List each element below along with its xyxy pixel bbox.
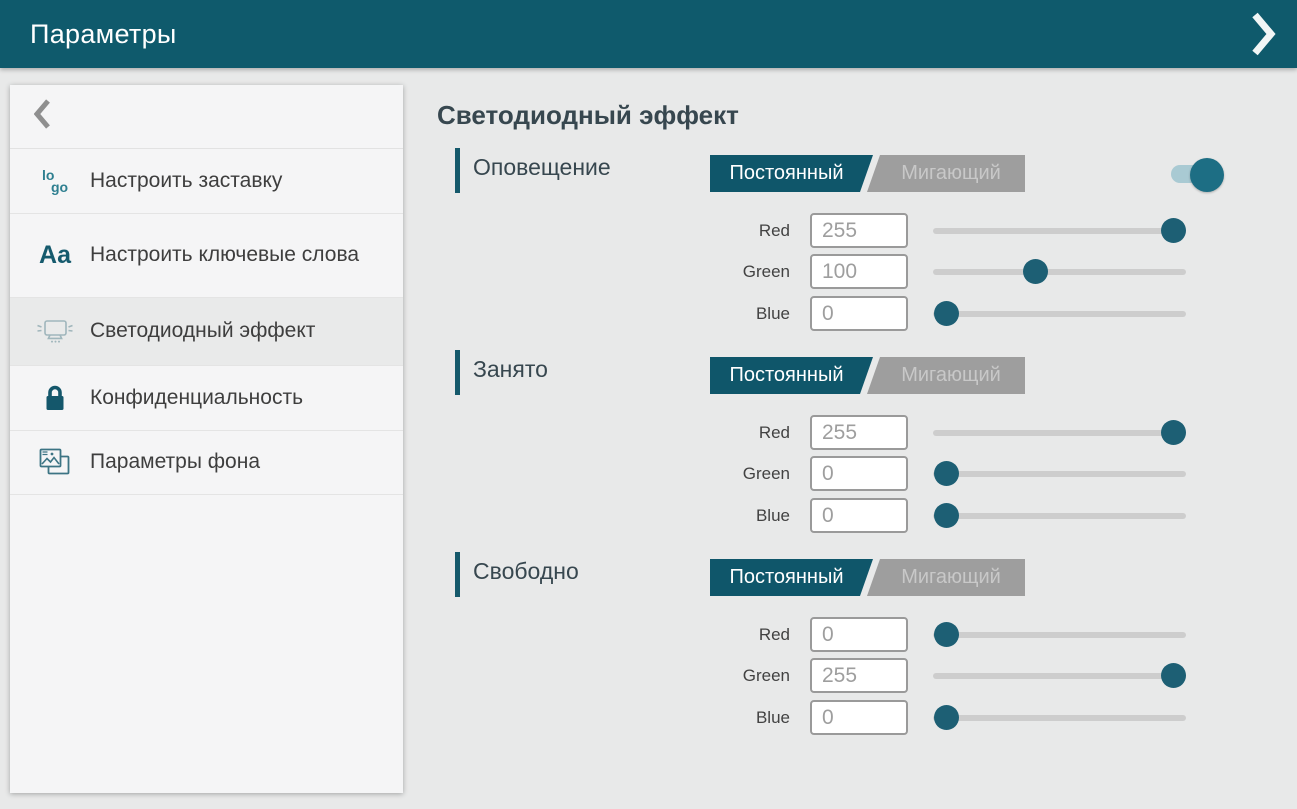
channel-slider[interactable] bbox=[933, 415, 1186, 450]
mode-option-constant[interactable]: Постоянный bbox=[710, 357, 873, 394]
slider-track bbox=[933, 269, 1186, 275]
section-title: Свободно bbox=[473, 558, 579, 585]
channel-value-input[interactable] bbox=[810, 213, 908, 248]
slider-track bbox=[933, 228, 1186, 234]
sidebar-item-privacy[interactable]: Конфиденциальность bbox=[10, 366, 403, 431]
keywords-icon: Aa bbox=[34, 241, 76, 270]
channel-row-red: Red bbox=[437, 617, 1197, 652]
page-title: Параметры bbox=[30, 19, 177, 50]
channel-label: Green bbox=[437, 658, 790, 693]
slider-track bbox=[933, 311, 1186, 317]
section-accent-bar bbox=[455, 552, 460, 597]
sidebar-item-label: Настроить заставку bbox=[90, 168, 370, 194]
sidebar-items: logo Настроить заставку Aa Настроить клю… bbox=[10, 149, 403, 495]
mode-option-blinking[interactable]: Мигающий bbox=[867, 559, 1025, 596]
slider-track bbox=[933, 471, 1186, 477]
mode-option-constant[interactable]: Постоянный bbox=[710, 155, 873, 192]
channel-label: Red bbox=[437, 213, 790, 248]
section-accent-bar bbox=[455, 350, 460, 395]
mode-toggle: Постоянный Мигающий bbox=[710, 155, 1025, 192]
channel-value-input[interactable] bbox=[810, 498, 908, 533]
sidebar-collapse-button[interactable] bbox=[10, 85, 403, 149]
channel-row-red: Red bbox=[437, 415, 1197, 450]
slider-thumb[interactable] bbox=[1161, 218, 1186, 243]
channel-slider[interactable] bbox=[933, 498, 1186, 533]
slider-thumb[interactable] bbox=[934, 503, 959, 528]
slider-thumb[interactable] bbox=[934, 301, 959, 326]
channel-value-input[interactable] bbox=[810, 700, 908, 735]
section-accent-bar bbox=[455, 148, 460, 193]
channel-slider[interactable] bbox=[933, 617, 1186, 652]
channel-row-red: Red bbox=[437, 213, 1197, 248]
mode-option-blinking[interactable]: Мигающий bbox=[867, 357, 1025, 394]
led-sections: Оповещение Постоянный Мигающий Red Green… bbox=[437, 148, 1237, 754]
channel-label: Red bbox=[437, 617, 790, 652]
sidebar-item-label: Светодиодный эффект bbox=[90, 318, 370, 344]
app-bar: Параметры bbox=[0, 0, 1297, 68]
slider-track bbox=[933, 715, 1186, 721]
channel-value-input[interactable] bbox=[810, 296, 908, 331]
channel-slider[interactable] bbox=[933, 700, 1186, 735]
enable-switch[interactable] bbox=[1163, 156, 1233, 196]
section-title: Оповещение bbox=[473, 154, 611, 181]
sidebar-item-label: Конфиденциальность bbox=[90, 385, 370, 411]
sidebar-item-screensaver[interactable]: logo Настроить заставку bbox=[10, 149, 403, 214]
sidebar-item-led-effect[interactable]: Светодиодный эффект bbox=[10, 298, 403, 366]
slider-thumb[interactable] bbox=[934, 461, 959, 486]
channel-value-input[interactable] bbox=[810, 658, 908, 693]
channel-value-input[interactable] bbox=[810, 456, 908, 491]
led-section-free: Свободно Постоянный Мигающий Red Green B… bbox=[437, 552, 1237, 735]
logo-icon: logo bbox=[34, 169, 76, 193]
channel-slider[interactable] bbox=[933, 254, 1186, 289]
channel-label: Blue bbox=[437, 296, 790, 331]
channel-slider[interactable] bbox=[933, 213, 1186, 248]
channel-value-input[interactable] bbox=[810, 254, 908, 289]
mode-option-constant[interactable]: Постоянный bbox=[710, 559, 873, 596]
channel-slider[interactable] bbox=[933, 456, 1186, 491]
channel-row-blue: Blue bbox=[437, 296, 1197, 331]
lock-icon bbox=[34, 383, 76, 413]
channel-row-blue: Blue bbox=[437, 700, 1197, 735]
slider-thumb[interactable] bbox=[934, 705, 959, 730]
channel-label: Blue bbox=[437, 700, 790, 735]
slider-thumb[interactable] bbox=[1023, 259, 1048, 284]
background-image-icon bbox=[34, 446, 76, 480]
slider-thumb[interactable] bbox=[1161, 420, 1186, 445]
channel-slider[interactable] bbox=[933, 658, 1186, 693]
sidebar-item-keywords[interactable]: Aa Настроить ключевые слова bbox=[10, 214, 403, 298]
mode-toggle: Постоянный Мигающий bbox=[710, 559, 1025, 596]
channel-label: Green bbox=[437, 456, 790, 491]
switch-thumb bbox=[1190, 158, 1224, 192]
mode-toggle: Постоянный Мигающий bbox=[710, 357, 1025, 394]
chevron-right-icon[interactable] bbox=[1249, 12, 1277, 56]
led-section-busy: Занято Постоянный Мигающий Red Green Blu… bbox=[437, 350, 1237, 533]
channel-row-green: Green bbox=[437, 254, 1197, 289]
channel-slider[interactable] bbox=[933, 296, 1186, 331]
channel-row-blue: Blue bbox=[437, 498, 1197, 533]
sidebar: logo Настроить заставку Aa Настроить клю… bbox=[10, 85, 403, 793]
slider-track bbox=[933, 430, 1186, 436]
slider-track bbox=[933, 632, 1186, 638]
channel-label: Blue bbox=[437, 498, 790, 533]
slider-track bbox=[933, 673, 1186, 679]
chevron-left-icon bbox=[34, 99, 51, 134]
slider-thumb[interactable] bbox=[934, 622, 959, 647]
channel-label: Green bbox=[437, 254, 790, 289]
channel-row-green: Green bbox=[437, 456, 1197, 491]
led-display-icon bbox=[34, 317, 76, 347]
section-title: Занято bbox=[473, 356, 548, 383]
sidebar-item-label: Параметры фона bbox=[90, 449, 370, 475]
channel-value-input[interactable] bbox=[810, 617, 908, 652]
content-title: Светодиодный эффект bbox=[437, 100, 739, 131]
sidebar-item-background[interactable]: Параметры фона bbox=[10, 431, 403, 495]
sidebar-item-label: Настроить ключевые слова bbox=[90, 242, 370, 268]
channel-label: Red bbox=[437, 415, 790, 450]
channel-value-input[interactable] bbox=[810, 415, 908, 450]
slider-thumb[interactable] bbox=[1161, 663, 1186, 688]
slider-track bbox=[933, 513, 1186, 519]
mode-option-blinking[interactable]: Мигающий bbox=[867, 155, 1025, 192]
led-section-notification: Оповещение Постоянный Мигающий Red Green… bbox=[437, 148, 1237, 331]
channel-row-green: Green bbox=[437, 658, 1197, 693]
